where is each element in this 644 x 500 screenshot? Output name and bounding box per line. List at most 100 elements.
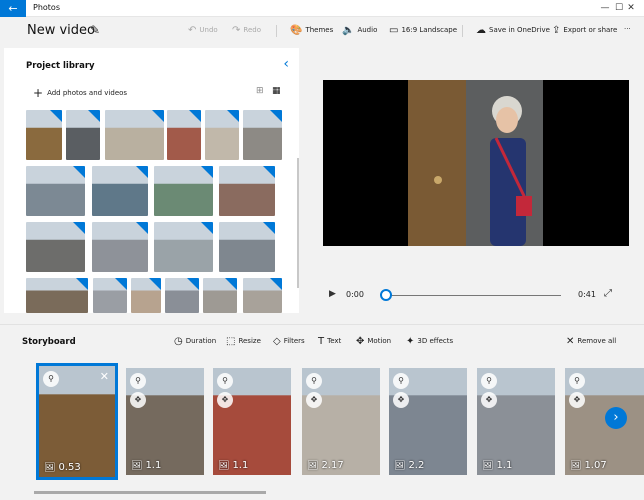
library-thumbnail[interactable] [26, 222, 85, 272]
library-thumbnail[interactable] [92, 166, 148, 216]
large-grid-icon[interactable]: ▦ [272, 86, 281, 96]
added-marker-icon [201, 222, 213, 234]
cloud-icon: ☁ [476, 25, 486, 36]
storyboard-scrollbar[interactable] [34, 491, 266, 494]
fullscreen-icon[interactable]: ⤢ [604, 288, 612, 299]
library-thumbnail[interactable] [26, 110, 62, 160]
filters-button[interactable]: ◇ Filters [273, 336, 305, 347]
speaker-icon: 🔈 [342, 25, 355, 36]
library-thumbnail[interactable] [131, 278, 161, 313]
filter-icon[interactable]: ⚲ [306, 373, 322, 389]
text-button[interactable]: T Text [318, 336, 341, 347]
remove-all-button[interactable]: ✕ Remove all [566, 336, 616, 347]
aspect-ratio-button[interactable]: ▭ 16:9 Landscape [389, 25, 457, 36]
library-thumbnail[interactable] [243, 110, 282, 160]
added-marker-icon [270, 278, 282, 290]
play-icon[interactable]: ▶ [329, 289, 336, 299]
motion-icon[interactable]: ✥ [217, 392, 233, 408]
close-button[interactable]: ✕ [618, 0, 644, 17]
library-thumbnail[interactable] [26, 166, 85, 216]
palette-icon: 🎨 [290, 25, 303, 36]
add-photos-button[interactable]: + Add photos and videos [33, 86, 127, 100]
library-thumbnail[interactable] [66, 110, 100, 160]
filter-icon[interactable]: ⚲ [569, 373, 585, 389]
clip-duration-value: 2.2 [408, 460, 425, 471]
library-thumbnail[interactable] [219, 166, 275, 216]
redo-button[interactable]: ↷ Redo [232, 25, 261, 36]
filter-icon[interactable]: ⚲ [481, 373, 497, 389]
library-title: Project library [26, 61, 95, 71]
aspect-ratio-icon: ▭ [389, 25, 399, 36]
storyboard-clip[interactable]: ⚲ ✥ 🖼 1.1 [477, 368, 555, 475]
separator [462, 25, 463, 37]
motion-icon[interactable]: ✥ [569, 392, 585, 408]
library-thumbnail[interactable] [105, 110, 164, 160]
remove-clip-icon[interactable]: ✕ [100, 370, 109, 383]
resize-button[interactable]: ⬚ Resize [226, 336, 261, 347]
collapse-chevron-icon[interactable]: ‹ [283, 56, 289, 72]
library-thumbnail[interactable] [205, 110, 239, 160]
seek-bar[interactable] [385, 295, 561, 296]
themes-label: Themes [305, 26, 334, 34]
library-thumbnail[interactable] [243, 278, 282, 313]
library-thumbnail[interactable] [154, 222, 213, 272]
storyboard-clip[interactable]: ⚲ ✥ 🖼 1.1 [213, 368, 291, 475]
pencil-icon[interactable]: ✎ [90, 23, 100, 37]
back-arrow-icon: ← [8, 2, 18, 15]
library-thumbnail[interactable] [203, 278, 237, 313]
motion-icon[interactable]: ✥ [130, 392, 146, 408]
storyboard-panel: Storyboard ◷ Duration ⬚ Resize ◇ Filters TT… [0, 324, 644, 500]
export-button[interactable]: ⇪ Export or share [552, 25, 617, 36]
storyboard-clips: ⚲ ✕ 🖼 0.53 ⚲ ✥ 🖼 1.1 ⚲ ✥ 🖼 1.1 ⚲ ✥ 🖼 2.17 ⚲ ✥ 🖼 2.2 ⚲ ✥ 🖼 1.1 ⚲ ✥… [0, 363, 644, 481]
total-time: 0:41 [578, 290, 596, 299]
storyboard-clip[interactable]: ⚲ ✥ 🖼 1.1 [126, 368, 204, 475]
library-thumbnail[interactable] [26, 278, 88, 313]
storyboard-clip[interactable]: ⚲ ✥ 🖼 2.17 [302, 368, 380, 475]
themes-button[interactable]: 🎨 Themes [290, 25, 333, 36]
image-icon: 🖼 [131, 461, 143, 471]
3d-effects-icon: ✦ [406, 336, 415, 347]
image-icon: 🖼 [218, 461, 230, 471]
library-thumbnail[interactable] [165, 278, 199, 313]
clock-icon: ◷ [174, 336, 183, 347]
back-button[interactable]: ← [0, 0, 26, 17]
motion-icon[interactable]: ✥ [481, 392, 497, 408]
library-thumbnail[interactable] [219, 222, 275, 272]
storyboard-clip[interactable]: ⚲ ✕ 🖼 0.53 [36, 363, 118, 480]
chevron-right-icon: › [613, 410, 619, 425]
storyboard-clip[interactable]: ⚲ ✥ 🖼 2.2 [389, 368, 467, 475]
undo-button[interactable]: ↶ Undo [188, 25, 218, 36]
library-scrollbar[interactable] [297, 158, 299, 288]
storyboard-clip[interactable]: ⚲ ✥ 🖼 1.07 [565, 368, 644, 475]
filter-icon[interactable]: ⚲ [43, 371, 59, 387]
clip-duration: 🖼 1.07 [570, 460, 607, 471]
motion-icon[interactable]: ✥ [306, 392, 322, 408]
added-marker-icon [152, 110, 164, 122]
save-onedrive-button[interactable]: ☁ Save in OneDrive [476, 25, 550, 36]
resize-label: Resize [238, 337, 261, 345]
undo-label: Undo [199, 26, 218, 34]
motion-icon[interactable]: ✥ [393, 392, 409, 408]
motion-button[interactable]: ✥ Motion [356, 336, 391, 347]
duration-button[interactable]: ◷ Duration [174, 336, 216, 347]
clip-duration: 🖼 2.17 [307, 460, 344, 471]
audio-button[interactable]: 🔈 Audio [342, 25, 377, 36]
filter-icon: ◇ [273, 336, 281, 347]
library-thumbnail[interactable] [92, 222, 148, 272]
image-icon: 🖼 [482, 461, 494, 471]
filter-icon[interactable]: ⚲ [393, 373, 409, 389]
seek-handle[interactable] [380, 289, 392, 301]
next-clips-button[interactable]: › [605, 407, 627, 429]
library-thumbnail[interactable] [167, 110, 201, 160]
filter-icon[interactable]: ⚲ [130, 373, 146, 389]
library-thumbnails [26, 110, 288, 313]
3d-effects-button[interactable]: ✦ 3D effects [406, 336, 453, 347]
library-thumbnail[interactable] [154, 166, 213, 216]
small-grid-icon[interactable]: ⊞ [256, 86, 264, 96]
redo-icon: ↷ [232, 25, 241, 36]
clip-duration: 🖼 1.1 [482, 460, 512, 471]
more-options-button[interactable]: ··· [624, 25, 631, 33]
library-thumbnail[interactable] [93, 278, 127, 313]
filter-icon[interactable]: ⚲ [217, 373, 233, 389]
video-title[interactable]: New video [27, 23, 95, 38]
